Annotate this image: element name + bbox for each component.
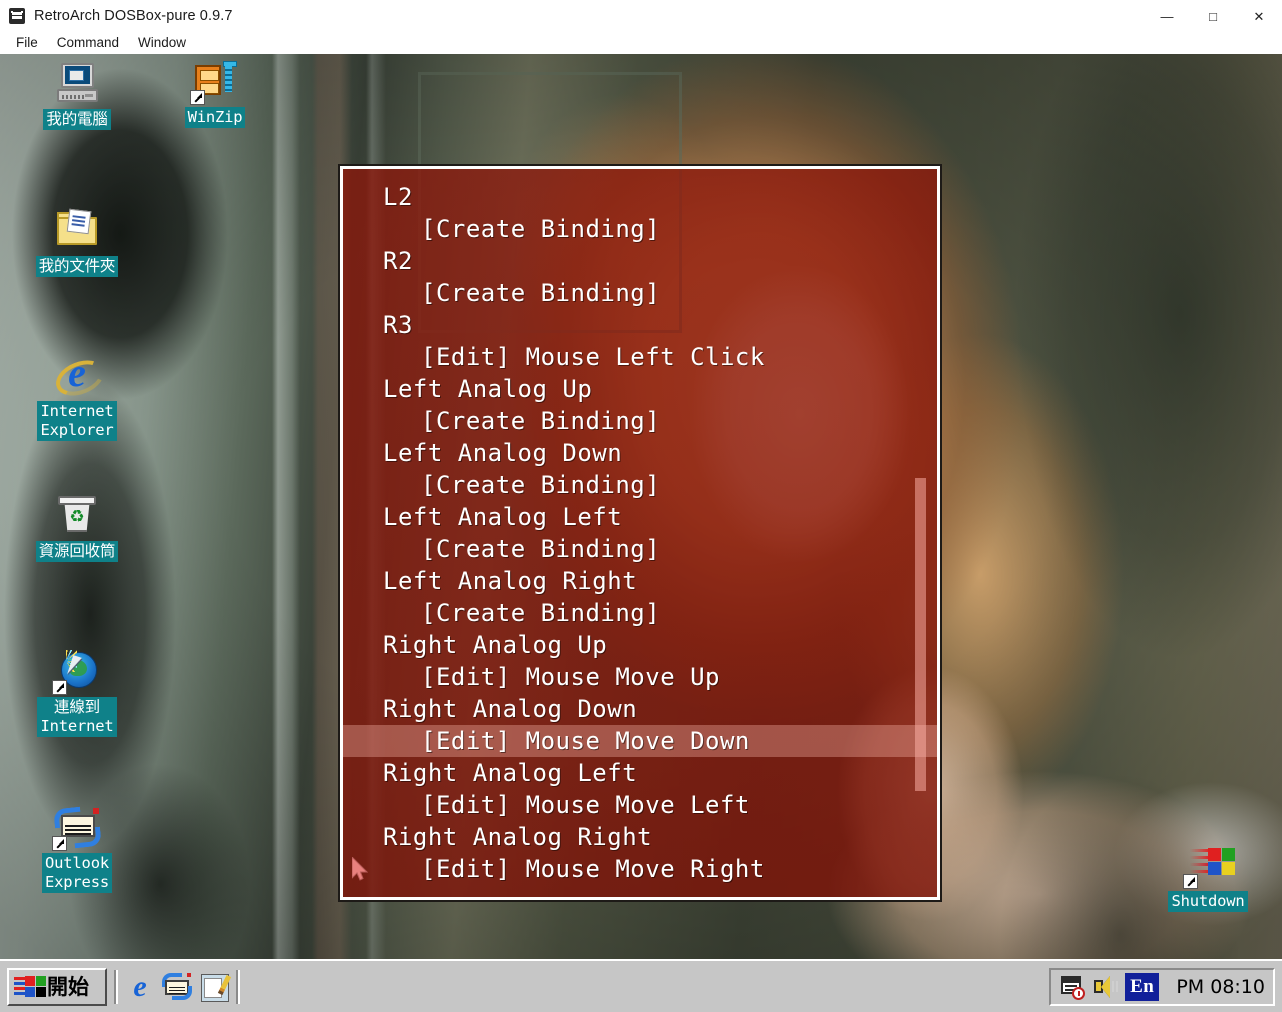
retroarch-mouse-cursor-icon: [352, 857, 368, 881]
taskbar-clock[interactable]: PM 08:10: [1176, 976, 1265, 998]
title-bar: RetroArch DOSBox-pure 0.9.7 — □ ✕: [0, 0, 1282, 32]
internet-explorer-icon: e: [50, 353, 110, 403]
start-button-label: 開始: [47, 974, 89, 999]
taskbar: 開始 e En PM 08:10: [0, 959, 1282, 1012]
system-tray: En PM 08:10: [1049, 967, 1275, 1006]
winzip-icon: [190, 60, 239, 105]
controls-binding-list[interactable]: L2 [Create Binding] R2 [Create Binding] R3 [E…: [343, 169, 937, 885]
taskbar-divider: [114, 969, 118, 1004]
desktop-icon-outlook-express[interactable]: Outlook Express: [17, 806, 137, 893]
binding-value-row[interactable]: [Edit] Mouse Move Up: [343, 661, 937, 693]
binding-name-row[interactable]: Left Analog Left: [343, 501, 937, 533]
desktop-icon-label: WinZip: [184, 107, 246, 128]
taskbar-divider: [236, 969, 240, 1004]
recycle-bin-icon: ♻: [53, 494, 101, 538]
desktop-icon-my-computer[interactable]: 我的電腦: [17, 62, 137, 130]
emulator-canvas[interactable]: 我的電腦 WinZip 我的文件夾 e Internet Explorer ♻: [0, 54, 1282, 959]
windows-flag-icon: [14, 975, 46, 999]
binding-value-row[interactable]: [Edit] Mouse Left Click: [343, 341, 937, 373]
shortcut-arrow-icon: [190, 90, 205, 105]
binding-value-row[interactable]: [Create Binding]: [343, 597, 937, 629]
close-button[interactable]: ✕: [1236, 0, 1282, 32]
quick-launch-paint[interactable]: [199, 972, 232, 1002]
my-computer-icon: [53, 62, 101, 106]
menu-item-command[interactable]: Command: [49, 33, 130, 53]
my-documents-icon: [53, 208, 101, 253]
binding-value-row[interactable]: [Create Binding]: [343, 213, 937, 245]
binding-name-row[interactable]: Left Analog Up: [343, 373, 937, 405]
binding-value-row[interactable]: [Edit] Mouse Move Down: [343, 725, 937, 757]
desktop-icon-label: Outlook Express: [42, 853, 112, 893]
binding-name-row[interactable]: R3: [343, 309, 937, 341]
desktop-icon-recycle-bin[interactable]: ♻ 資源回收筒: [17, 494, 137, 562]
internet-explorer-icon: e: [133, 969, 147, 1003]
quick-launch-outlook-express[interactable]: [162, 972, 192, 1002]
desktop-icon-label: Shutdown: [1168, 891, 1248, 912]
application-window: RetroArch DOSBox-pure 0.9.7 — □ ✕ File C…: [0, 0, 1282, 1012]
binding-name-row[interactable]: Right Analog Right: [343, 821, 937, 853]
desktop-icon-label: 我的電腦: [43, 109, 111, 130]
menu-item-file[interactable]: File: [8, 33, 49, 53]
menu-item-window[interactable]: Window: [130, 33, 197, 53]
menu-bar: File Command Window: [0, 32, 1282, 54]
quick-launch-bar: e: [125, 969, 232, 1003]
window-title: RetroArch DOSBox-pure 0.9.7: [34, 8, 233, 24]
binding-name-row[interactable]: Right Analog Down: [343, 693, 937, 725]
retroarch-icon: [9, 8, 25, 24]
speaker-icon[interactable]: [1092, 974, 1119, 1000]
desktop-icon-connect-to-internet[interactable]: 連線到 Internet: [17, 650, 137, 737]
desktop-icon-label: 資源回收筒: [35, 541, 119, 562]
retroarch-menu-overlay[interactable]: L2 [Create Binding] R2 [Create Binding] R3 [E…: [338, 164, 942, 902]
minimize-button[interactable]: —: [1144, 0, 1190, 32]
scrollbar-thumb[interactable]: [915, 478, 926, 791]
maximize-button[interactable]: □: [1190, 0, 1236, 32]
binding-name-row[interactable]: R2: [343, 245, 937, 277]
binding-value-row[interactable]: [Edit] Mouse Move Right: [343, 853, 937, 885]
binding-value-row[interactable]: [Create Binding]: [343, 405, 937, 437]
shortcut-arrow-icon: [52, 680, 67, 695]
desktop-icon-shutdown[interactable]: Shutdown: [1148, 844, 1268, 912]
binding-value-row[interactable]: [Create Binding]: [343, 277, 937, 309]
start-button[interactable]: 開始: [7, 967, 107, 1006]
calendar-clock-icon[interactable]: [1059, 974, 1086, 1000]
binding-value-row[interactable]: [Edit] Mouse Move Left: [343, 789, 937, 821]
outlook-express-icon: [52, 806, 102, 851]
desktop-icon-label: 我的文件夾: [35, 256, 119, 277]
binding-name-row[interactable]: Left Analog Right: [343, 565, 937, 597]
connect-to-internet-icon: [52, 650, 101, 695]
desktop-icon-my-documents[interactable]: 我的文件夾: [17, 208, 137, 277]
windows-logo-icon: [1183, 844, 1235, 889]
desktop-icon-label: Internet Explorer: [37, 401, 117, 441]
binding-name-row[interactable]: Left Analog Down: [343, 437, 937, 469]
language-indicator[interactable]: En: [1125, 972, 1160, 1001]
desktop-icon-internet-explorer[interactable]: e Internet Explorer: [17, 353, 137, 441]
desktop-icon-label: 連線到 Internet: [37, 697, 117, 737]
window-controls: — □ ✕: [1144, 0, 1282, 32]
shortcut-arrow-icon: [52, 836, 67, 851]
binding-name-row[interactable]: L2: [343, 181, 937, 213]
binding-name-row[interactable]: Right Analog Up: [343, 629, 937, 661]
desktop-icon-winzip[interactable]: WinZip: [155, 60, 275, 128]
quick-launch-internet-explorer[interactable]: e: [125, 969, 155, 1003]
binding-value-row[interactable]: [Create Binding]: [343, 469, 937, 501]
binding-value-row[interactable]: [Create Binding]: [343, 533, 937, 565]
shortcut-arrow-icon: [1183, 874, 1198, 889]
binding-name-row[interactable]: Right Analog Left: [343, 757, 937, 789]
